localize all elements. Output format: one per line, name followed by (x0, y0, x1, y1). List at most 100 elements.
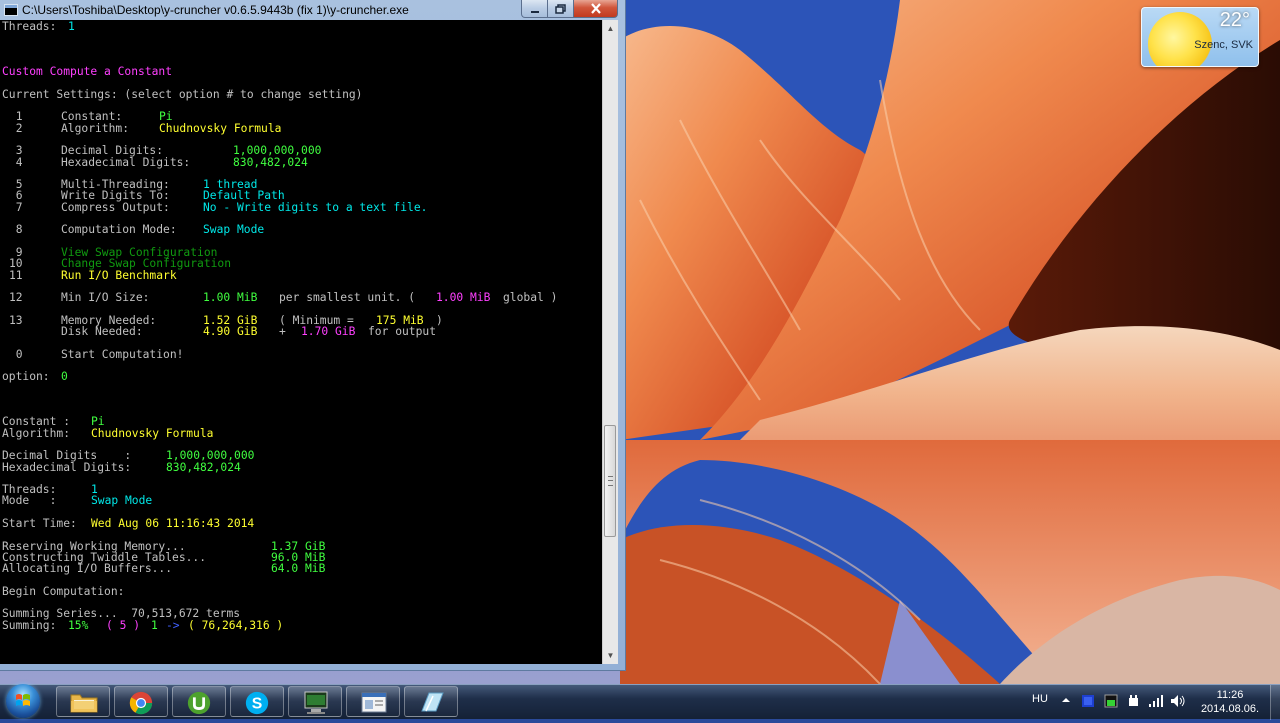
chrome-icon (129, 691, 153, 715)
maximize-icon (555, 3, 566, 14)
option-label: Constant: (61, 110, 123, 124)
option-value: 1,000,000,000 (233, 144, 322, 158)
console-app-icon[interactable] (4, 4, 18, 16)
language-indicator[interactable]: HU (1032, 693, 1048, 705)
option-number: 7 (9, 200, 23, 214)
option-value: Pi (159, 110, 173, 124)
taskbar-chrome-button[interactable] (114, 686, 168, 717)
option-value: 830,482,024 (233, 155, 308, 169)
option-number: 12 (9, 291, 23, 305)
summary-label: Hexadecimal Digits: (2, 460, 132, 474)
option-text: for output (368, 325, 437, 339)
option-label: Computation Mode: (61, 223, 177, 237)
clock-date: 2014.08.06. (1200, 703, 1260, 715)
weather-temperature: 22° (1219, 9, 1250, 31)
current-settings-heading: Current Settings: (select option # to ch… (2, 87, 363, 101)
taskbar-utorrent-button[interactable] (172, 686, 226, 717)
volume-tray-icon[interactable] (1170, 694, 1186, 708)
scroll-down-arrow-icon[interactable]: ▼ (603, 647, 618, 664)
console-output[interactable]: Threads: 1 Custom Compute a Constant Cur… (0, 20, 602, 664)
taskbar-cmd-button[interactable] (288, 686, 342, 717)
option-text: + (279, 325, 286, 339)
option-number: 8 (9, 223, 23, 237)
window-app-icon (361, 692, 387, 713)
summary-label: Mode : (2, 494, 57, 508)
option-text: global ) (503, 291, 558, 305)
show-hidden-icons-icon[interactable] (1061, 694, 1071, 706)
summing-bracket: ( 5 ) (106, 618, 141, 632)
option-number: 1 (9, 110, 23, 124)
taskbar-explorer-button[interactable] (56, 686, 110, 717)
option-number: 10 (9, 257, 23, 271)
option-number: 3 (9, 144, 23, 158)
window-title: C:\Users\Toshiba\Desktop\y-cruncher v0.6… (22, 3, 409, 17)
window-titlebar[interactable]: C:\Users\Toshiba\Desktop\y-cruncher v0.6… (0, 0, 626, 20)
notes-icon (421, 692, 444, 712)
summary-value: 1,000,000,000 (166, 449, 255, 463)
show-desktop-button[interactable] (1270, 685, 1280, 720)
summing-label: Summing: (2, 618, 64, 632)
step-value: 64.0 MiB (271, 562, 326, 576)
option-number: 2 (9, 121, 23, 135)
option-number: 0 (9, 347, 23, 361)
summary-value: Chudnovsky Formula (91, 426, 214, 440)
command-prompt-icon (304, 691, 328, 714)
windows-start-icon (6, 684, 40, 718)
minimize-icon (530, 10, 539, 13)
taskbar-skype-button[interactable]: S (230, 686, 284, 717)
weather-location: Szenc, SVK (1194, 39, 1253, 51)
network-activity-tray-icon[interactable] (1104, 694, 1118, 708)
option-label: Decimal Digits: (61, 144, 164, 158)
option-number: 4 (9, 155, 23, 169)
start-button[interactable] (2, 682, 46, 720)
start-time-value: Wed Aug 06 11:16:43 2014 (91, 517, 255, 531)
option-label: Min I/O Size: (61, 291, 150, 305)
taskbar-clock[interactable]: 11:26 2014.08.06. (1194, 688, 1266, 716)
option-value: Swap Mode (203, 223, 265, 237)
begin-computation: Begin Computation: (2, 584, 125, 598)
scrollbar-thumb[interactable] (604, 425, 616, 537)
taskbar-notes-button[interactable] (404, 686, 458, 717)
summing-bracket: ( 76,264,316 ) (188, 618, 284, 632)
close-icon (590, 3, 601, 14)
close-button[interactable] (573, 0, 618, 18)
option-value: 1.00 MiB (203, 291, 258, 305)
option-prompt: option: (2, 370, 57, 384)
summing-percent: 15% (68, 618, 89, 632)
option-label: Compress Output: (61, 200, 170, 214)
option-text: ) (436, 313, 443, 327)
maximize-button[interactable] (547, 0, 574, 18)
option-value: 4.90 GiB (203, 325, 258, 339)
power-plug-tray-icon[interactable] (1126, 694, 1140, 708)
option-number: 11 (9, 268, 23, 282)
summary-label: Decimal Digits : (2, 449, 132, 463)
option-label: Run I/O Benchmark (61, 268, 177, 282)
bluetooth-tray-icon[interactable] (1081, 694, 1095, 708)
console-window[interactable]: C:\Users\Toshiba\Desktop\y-cruncher v0.6… (0, 0, 626, 671)
summing-arrow: -> (166, 618, 180, 632)
option-label: Algorithm: (61, 121, 130, 135)
weather-gadget[interactable]: 22° Szenc, SVK (1141, 7, 1259, 67)
vertical-scrollbar[interactable]: ▲ ▼ (602, 20, 618, 664)
scroll-up-arrow-icon[interactable]: ▲ (603, 20, 618, 37)
option-value: No - Write digits to a text file. (203, 200, 428, 214)
option-label: Start Computation! (61, 347, 184, 361)
option-number: 13 (9, 313, 23, 327)
taskbar-window-button[interactable] (346, 686, 400, 717)
signal-strength-tray-icon[interactable] (1148, 694, 1164, 708)
option-label: Hexadecimal Digits: (61, 155, 191, 169)
summary-value: 830,482,024 (166, 460, 241, 474)
summary-label: Algorithm: (2, 426, 71, 440)
step-label: Allocating I/O Buffers... (2, 562, 173, 576)
option-label: Change Swap Configuration (61, 257, 232, 271)
skype-icon: S (245, 691, 269, 715)
grip-icon (608, 476, 613, 486)
clock-time: 11:26 (1216, 689, 1244, 701)
summing-value: 1 (151, 618, 158, 632)
summary-value: Swap Mode (91, 494, 153, 508)
option-text: per smallest unit. ( (279, 291, 416, 305)
svg-text:S: S (252, 696, 263, 713)
utorrent-icon (187, 691, 211, 715)
option-value: 1.70 GiB (301, 325, 356, 339)
minimize-button[interactable] (521, 0, 548, 18)
